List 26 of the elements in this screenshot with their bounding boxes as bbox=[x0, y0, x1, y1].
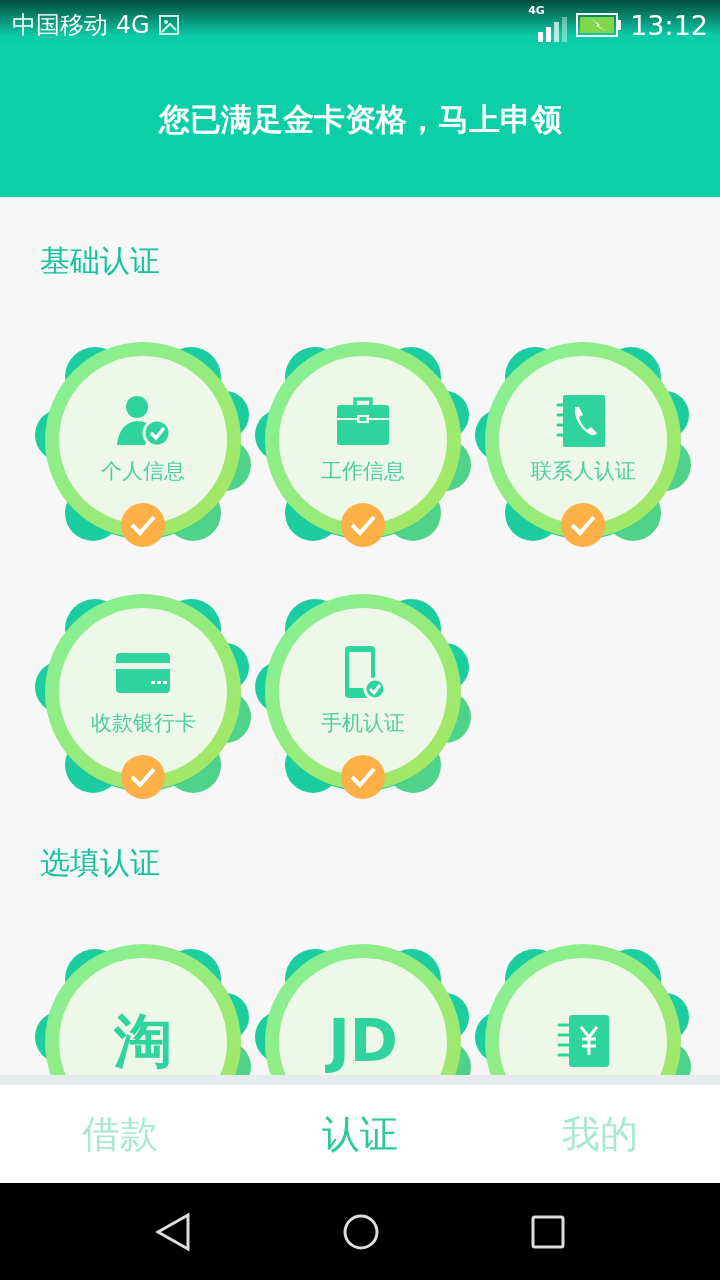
shop-logo: 淘 bbox=[114, 1012, 172, 1070]
back-icon[interactable] bbox=[155, 1211, 192, 1252]
badge-label: 工作信息 bbox=[321, 458, 405, 485]
image-icon bbox=[157, 14, 180, 36]
bill-book-icon bbox=[555, 1013, 611, 1069]
battery-icon bbox=[576, 13, 623, 37]
verification-badge[interactable]: 手机认证 bbox=[253, 587, 473, 801]
badge-label: 收款银行卡 bbox=[90, 710, 196, 737]
section-title: 基础认证 bbox=[40, 243, 161, 279]
badge-label: 手机认证 bbox=[321, 710, 405, 737]
tab[interactable]: 借款 bbox=[0, 1085, 240, 1183]
badge-label: 个人信息 bbox=[101, 458, 185, 485]
verification-badge[interactable]: 收款银行卡 bbox=[33, 587, 253, 801]
verification-badge[interactable]: 联系人认证 bbox=[473, 335, 693, 549]
header-title: 您已满足金卡资格，马上申领 bbox=[158, 99, 562, 139]
section-title: 选填认证 bbox=[40, 845, 161, 881]
tab[interactable]: 认证 bbox=[240, 1085, 480, 1183]
carrier-label: 中国移动 4G bbox=[12, 10, 150, 41]
clock-time: 13:12 bbox=[630, 9, 708, 41]
recents-icon[interactable] bbox=[530, 1214, 565, 1249]
network-label: 4G bbox=[528, 4, 545, 17]
home-icon[interactable] bbox=[342, 1212, 380, 1251]
tab[interactable]: 我的 bbox=[480, 1085, 720, 1183]
badge-label: 联系人认证 bbox=[530, 458, 636, 485]
verification-badge[interactable]: 个人信息 bbox=[33, 335, 253, 549]
verification-badge[interactable]: 工作信息 bbox=[253, 335, 473, 549]
